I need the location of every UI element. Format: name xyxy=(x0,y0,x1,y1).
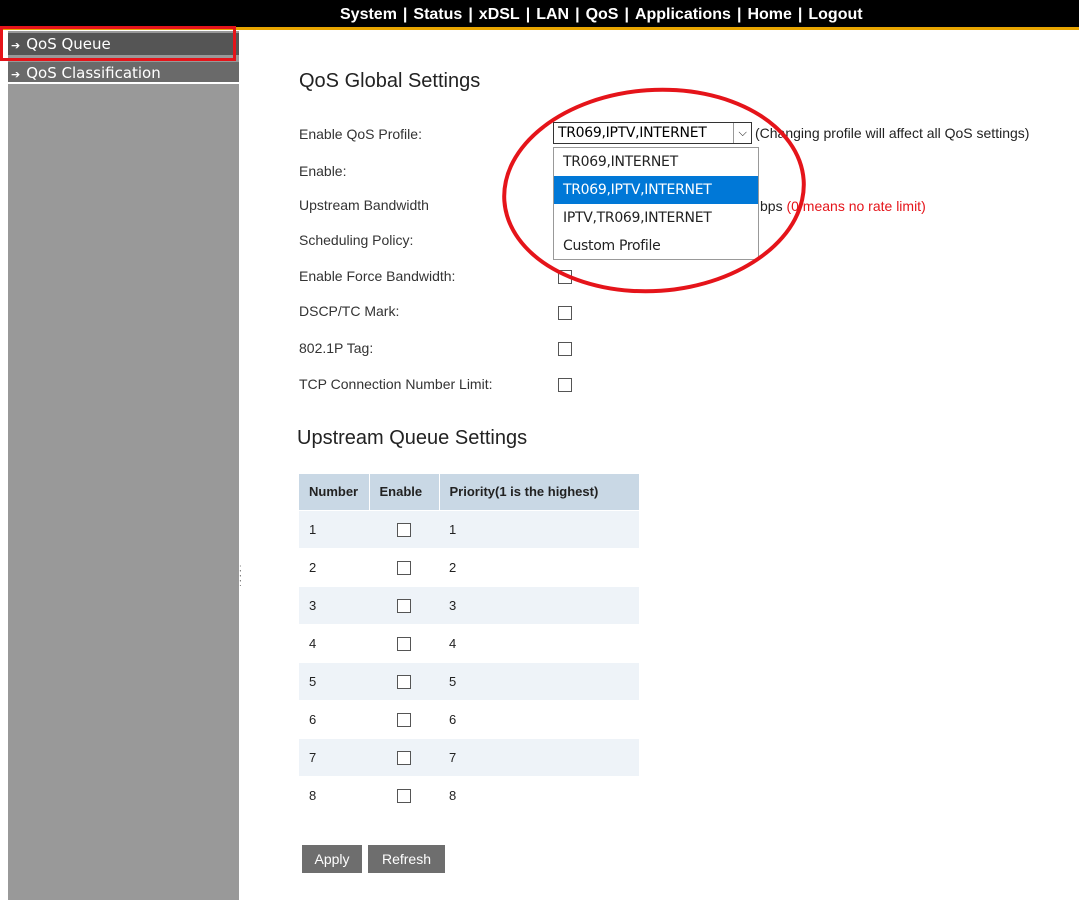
nav-separator: | xyxy=(575,6,580,23)
nav-qos[interactable]: QoS xyxy=(586,6,619,23)
queue-number: 6 xyxy=(299,699,369,738)
column-header-number: Number xyxy=(299,474,370,510)
queue-priority: 7 xyxy=(439,737,639,776)
queue-priority: 8 xyxy=(439,775,639,814)
nav-applications[interactable]: Applications xyxy=(635,6,731,23)
column-header-enable: Enable xyxy=(369,474,440,510)
sidebar-item-label: QoS Classification xyxy=(26,64,161,82)
queue-number: 5 xyxy=(299,661,369,700)
queue-priority: 6 xyxy=(439,699,639,738)
nav-status[interactable]: Status xyxy=(413,6,462,23)
nav-separator: | xyxy=(525,6,531,23)
tcp-limit-checkbox[interactable] xyxy=(558,378,572,392)
sidebar-item-qos-classification[interactable]: ➔ QoS Classification xyxy=(8,62,239,84)
nav-system[interactable]: System xyxy=(340,6,397,23)
column-header-priority: Priority(1 is the highest) xyxy=(439,474,640,510)
profile-note: (Changing profile will affect all QoS se… xyxy=(755,125,1030,141)
dscp-checkbox[interactable] xyxy=(558,306,572,320)
queue-settings-title: Upstream Queue Settings xyxy=(297,427,528,449)
queue-enable-checkbox[interactable] xyxy=(397,789,411,804)
queue-table: Number Enable Priority(1 is the highest)… xyxy=(299,474,640,814)
resize-handle[interactable]: :::: xyxy=(239,564,245,594)
table-row: 33 xyxy=(299,585,639,624)
nav-home[interactable]: Home xyxy=(747,6,791,23)
refresh-button[interactable]: Refresh xyxy=(368,845,445,873)
queue-enable-cell xyxy=(369,699,439,738)
tcp-limit-label: TCP Connection Number Limit: xyxy=(299,376,493,392)
table-row: 66 xyxy=(299,699,639,738)
nav-separator: | xyxy=(797,6,803,23)
queue-enable-cell xyxy=(369,661,439,700)
table-row: 11 xyxy=(299,509,639,548)
enable-label: Enable: xyxy=(299,163,347,179)
apply-button[interactable]: Apply xyxy=(302,845,362,873)
table-row: 77 xyxy=(299,737,639,776)
table-row: 44 xyxy=(299,623,639,662)
upstream-bandwidth-label: Upstream Bandwidth xyxy=(299,197,429,213)
nav-separator: | xyxy=(624,6,629,23)
nav-separator: | xyxy=(402,6,408,23)
queue-number: 8 xyxy=(299,775,369,814)
queue-enable-cell xyxy=(369,775,439,814)
queue-enable-checkbox[interactable] xyxy=(397,750,411,765)
nav-separator: | xyxy=(468,6,473,23)
queue-priority: 2 xyxy=(439,547,639,586)
queue-priority: 1 xyxy=(439,509,639,548)
table-row: 22 xyxy=(299,547,639,586)
queue-priority: 4 xyxy=(439,623,639,662)
queue-enable-checkbox[interactable] xyxy=(397,712,411,727)
queue-enable-cell xyxy=(369,623,439,662)
force-bandwidth-label: Enable Force Bandwidth: xyxy=(299,268,456,284)
queue-enable-checkbox[interactable] xyxy=(397,560,411,575)
arrow-right-icon: ➔ xyxy=(11,68,21,81)
queue-number: 3 xyxy=(299,585,369,624)
queue-enable-checkbox[interactable] xyxy=(397,674,411,689)
queue-enable-checkbox[interactable] xyxy=(397,522,411,537)
scheduling-policy-label: Scheduling Policy: xyxy=(299,232,414,248)
dscp-label: DSCP/TC Mark: xyxy=(299,303,400,319)
queue-enable-cell xyxy=(369,509,439,548)
nav-lan[interactable]: LAN xyxy=(536,6,569,23)
table-row: 55 xyxy=(299,661,639,700)
queue-number: 1 xyxy=(299,509,369,548)
rate-limit-hint: (0 means no rate limit) xyxy=(786,198,926,214)
highlight-box xyxy=(0,26,236,61)
queue-priority: 5 xyxy=(439,661,639,700)
tag-checkbox[interactable] xyxy=(558,342,572,356)
nav-xdsl[interactable]: xDSL xyxy=(479,6,520,23)
tag-label: 802.1P Tag: xyxy=(299,340,374,356)
global-settings-title: QoS Global Settings xyxy=(299,70,481,92)
queue-enable-cell xyxy=(369,585,439,624)
top-nav: System | Status | xDSL | LAN | QoS | Applications |… xyxy=(340,6,863,24)
queue-enable-checkbox[interactable] xyxy=(397,636,411,651)
profile-label: Enable QoS Profile: xyxy=(299,126,422,142)
queue-priority: 3 xyxy=(439,585,639,624)
queue-number: 4 xyxy=(299,623,369,662)
table-row: 88 xyxy=(299,775,639,814)
highlight-oval xyxy=(495,77,813,304)
queue-number: 7 xyxy=(299,737,369,776)
queue-enable-checkbox[interactable] xyxy=(397,598,411,613)
nav-separator: | xyxy=(736,6,742,23)
queue-number: 2 xyxy=(299,547,369,586)
nav-logout[interactable]: Logout xyxy=(808,6,862,23)
queue-enable-cell xyxy=(369,737,439,776)
queue-enable-cell xyxy=(369,547,439,586)
sidebar xyxy=(8,31,239,900)
